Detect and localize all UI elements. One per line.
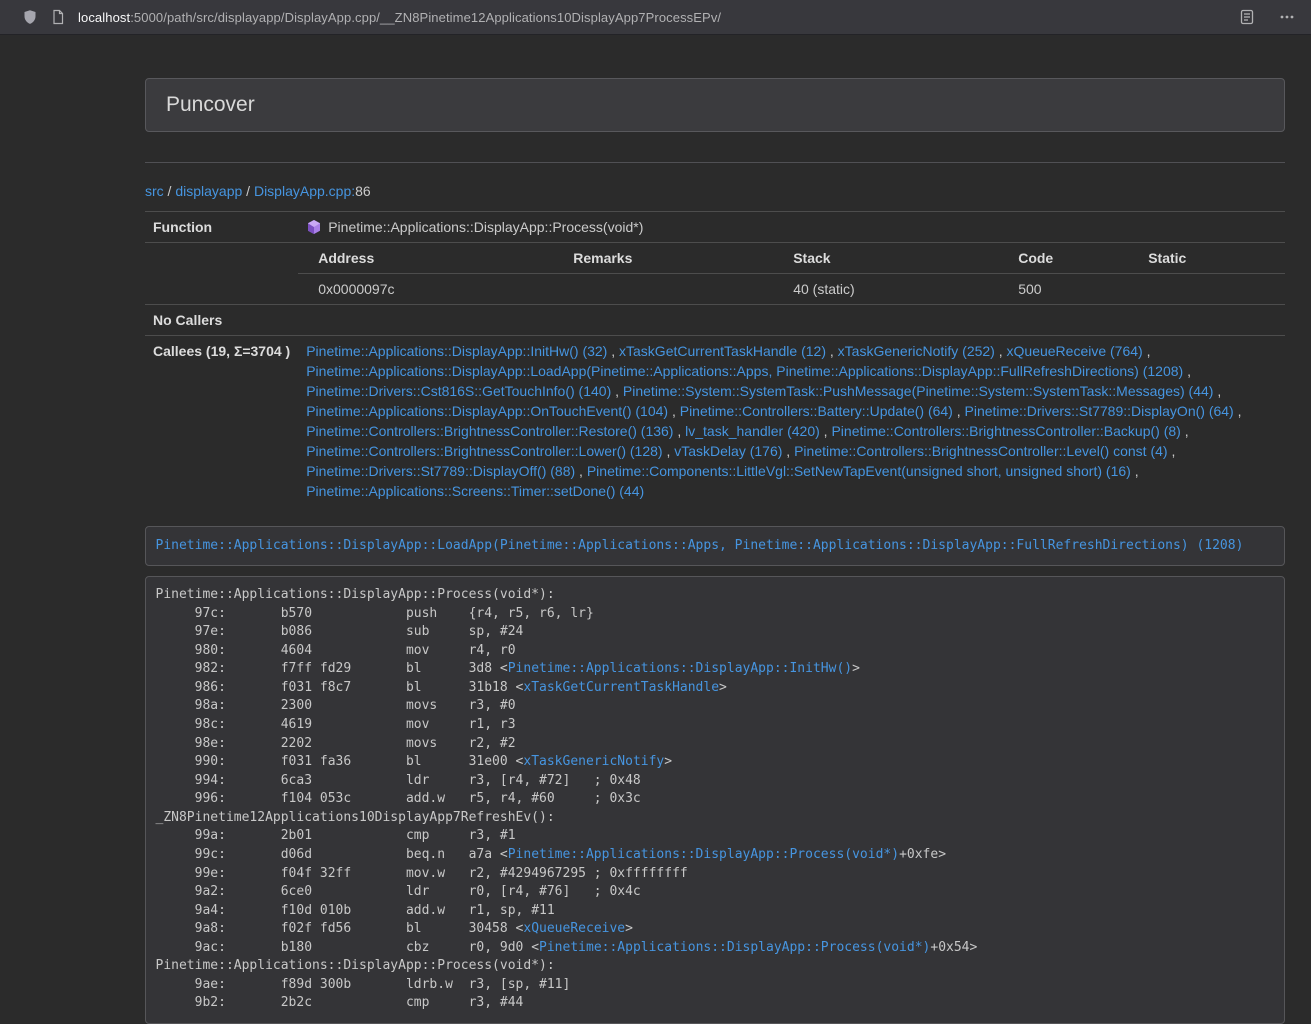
code-symbol-link[interactable]: Pinetime::Applications::DisplayApp::Init… xyxy=(508,661,852,676)
reader-view-icon[interactable] xyxy=(1239,9,1255,25)
callee-separator: , xyxy=(782,443,794,459)
no-callers-value xyxy=(298,305,1285,336)
value-remarks xyxy=(553,274,773,305)
callee-separator: , xyxy=(1131,463,1139,479)
metrics-row: AddressRemarksStackCodeStatic 0x0000097c 4… xyxy=(145,243,1285,305)
breadcrumb-link[interactable]: displayapp xyxy=(175,183,242,199)
function-row: Function Pinetime::Applications::Display… xyxy=(145,212,1285,243)
callee-separator: , xyxy=(668,403,680,419)
callee-link[interactable]: Pinetime::Controllers::Battery::Update()… xyxy=(680,403,953,419)
code-symbol-link[interactable]: xQueueReceive xyxy=(523,921,625,936)
disassembly-block: Pinetime::Applications::DisplayApp::Proc… xyxy=(145,576,1285,1024)
callee-separator: , xyxy=(1181,423,1189,439)
column-header-stack: Stack xyxy=(773,243,998,274)
breadcrumb-separator: / xyxy=(164,183,176,199)
callee-separator: , xyxy=(995,343,1007,359)
page-content: Puncover src / displayapp / DisplayApp.c… xyxy=(145,78,1285,1024)
url-bar[interactable]: localhost:5000/path/src/displayapp/Displ… xyxy=(78,10,1227,25)
callee-link[interactable]: Pinetime::System::SystemTask::PushMessag… xyxy=(623,383,1214,399)
callee-separator: , xyxy=(1213,383,1221,399)
highlighted-symbol-link[interactable]: Pinetime::Applications::DisplayApp::Load… xyxy=(156,538,1244,553)
column-header-address: Address xyxy=(298,243,553,274)
browser-chrome: localhost:5000/path/src/displayapp/Displ… xyxy=(0,0,1311,35)
callee-link[interactable]: lv_task_handler (420) xyxy=(685,423,820,439)
callee-link[interactable]: Pinetime::Applications::DisplayApp::OnTo… xyxy=(306,403,668,419)
callee-link[interactable]: Pinetime::Drivers::St7789::DisplayOn() (… xyxy=(965,403,1234,419)
callee-link[interactable]: xQueueReceive (764) xyxy=(1007,343,1143,359)
code-symbol-link[interactable]: xTaskGenericNotify xyxy=(523,754,664,769)
callee-separator: , xyxy=(575,463,587,479)
column-header-remarks: Remarks xyxy=(553,243,773,274)
callee-link[interactable]: Pinetime::Controllers::BrightnessControl… xyxy=(794,443,1167,459)
breadcrumb-link[interactable]: src xyxy=(145,183,164,199)
highlighted-symbol-box: Pinetime::Applications::DisplayApp::Load… xyxy=(145,526,1285,566)
function-row-label: Function xyxy=(145,212,298,243)
value-code: 500 xyxy=(998,274,1128,305)
callee-link[interactable]: Pinetime::Drivers::St7789::DisplayOff() … xyxy=(306,463,575,479)
callee-link[interactable]: xTaskGetCurrentTaskHandle (12) xyxy=(619,343,826,359)
spacer-cell xyxy=(145,243,298,305)
page-title-panel: Puncover xyxy=(145,78,1285,132)
value-address: 0x0000097c xyxy=(298,274,553,305)
callee-link[interactable]: Pinetime::Components::LittleVgl::SetNewT… xyxy=(587,463,1131,479)
callee-link[interactable]: Pinetime::Applications::Screens::Timer::… xyxy=(306,483,644,499)
shield-icon[interactable] xyxy=(22,9,38,25)
callees-row: Callees (19, Σ=3704 ) Pinetime::Applicat… xyxy=(145,336,1285,507)
symbol-table: Function Pinetime::Applications::Display… xyxy=(145,211,1285,506)
code-symbol-link[interactable]: Pinetime::Applications::DisplayApp::Proc… xyxy=(539,940,930,955)
breadcrumb-link[interactable]: DisplayApp.cpp: xyxy=(254,183,355,199)
callee-separator: , xyxy=(1234,403,1242,419)
callee-separator: , xyxy=(826,343,838,359)
callee-separator: , xyxy=(820,423,832,439)
page-icon[interactable] xyxy=(50,9,66,25)
callee-link[interactable]: vTaskDelay (176) xyxy=(674,443,782,459)
toolbar-right xyxy=(1239,9,1299,25)
url-path: :5000/path/src/displayapp/DisplayApp.cpp… xyxy=(130,10,721,25)
callee-link[interactable]: Pinetime::Controllers::BrightnessControl… xyxy=(306,443,662,459)
page-title: Puncover xyxy=(166,92,1264,118)
overflow-menu-icon[interactable] xyxy=(1279,9,1295,25)
callee-separator: , xyxy=(1143,343,1151,359)
no-callers-row: No Callers xyxy=(145,305,1285,336)
callee-separator: , xyxy=(607,343,619,359)
breadcrumb-line-number: 86 xyxy=(355,183,371,199)
metrics-table: AddressRemarksStackCodeStatic 0x0000097c 4… xyxy=(298,243,1285,304)
callee-separator: , xyxy=(611,383,623,399)
callee-link[interactable]: Pinetime::Applications::DisplayApp::Load… xyxy=(306,363,1183,379)
callee-separator: , xyxy=(663,443,675,459)
callee-separator: , xyxy=(1183,363,1191,379)
breadcrumb-separator: / xyxy=(242,183,254,199)
callees-list: Pinetime::Applications::DisplayApp::Init… xyxy=(298,336,1285,507)
method-icon xyxy=(306,219,322,235)
value-stack: 40 (static) xyxy=(773,274,998,305)
function-name: Pinetime::Applications::DisplayApp::Proc… xyxy=(328,219,643,235)
callee-link[interactable]: Pinetime::Drivers::Cst816S::GetTouchInfo… xyxy=(306,383,611,399)
no-callers-label: No Callers xyxy=(145,305,298,336)
callee-separator: , xyxy=(953,403,965,419)
callees-label: Callees (19, Σ=3704 ) xyxy=(145,336,298,507)
column-header-code: Code xyxy=(998,243,1128,274)
callee-link[interactable]: xTaskGenericNotify (252) xyxy=(838,343,995,359)
breadcrumb: src / displayapp / DisplayApp.cpp:86 xyxy=(145,181,1285,201)
code-symbol-link[interactable]: Pinetime::Applications::DisplayApp::Proc… xyxy=(508,847,899,862)
url-host: localhost xyxy=(78,10,130,25)
value-static xyxy=(1128,274,1285,305)
code-symbol-link[interactable]: xTaskGetCurrentTaskHandle xyxy=(523,680,719,695)
callee-link[interactable]: Pinetime::Applications::DisplayApp::Init… xyxy=(306,343,607,359)
divider xyxy=(145,162,1285,163)
callee-link[interactable]: Pinetime::Controllers::BrightnessControl… xyxy=(831,423,1180,439)
column-header-static: Static xyxy=(1128,243,1285,274)
callee-separator: , xyxy=(1168,443,1176,459)
callee-link[interactable]: Pinetime::Controllers::BrightnessControl… xyxy=(306,423,673,439)
callee-separator: , xyxy=(673,423,685,439)
